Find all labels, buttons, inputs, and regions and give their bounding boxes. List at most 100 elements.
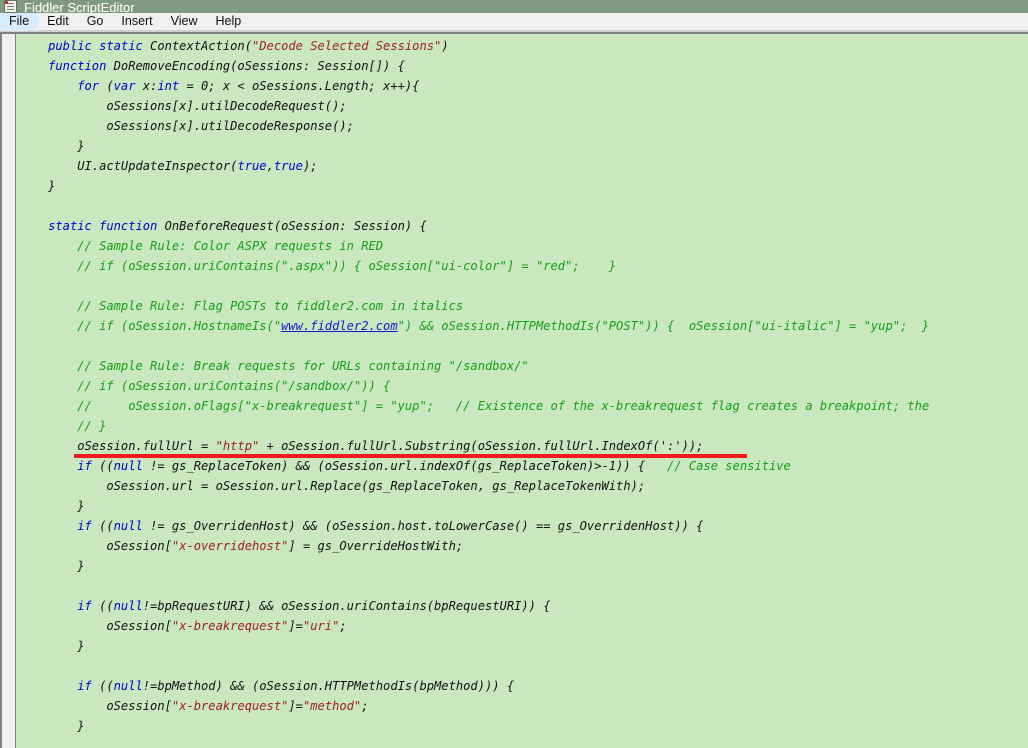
code-token-pl: oSession[ bbox=[19, 619, 172, 633]
code-line[interactable]: oSession.url = oSession.url.Replace(gs_R… bbox=[19, 476, 929, 496]
code-line[interactable]: } bbox=[19, 716, 929, 736]
code-token-cm: // if (oSession.HostnameIs(" bbox=[77, 319, 282, 333]
code-token-pl: ] = gs_OverrideHostWith; bbox=[288, 539, 464, 553]
code-token-kw: if bbox=[77, 459, 92, 473]
menu-item-help[interactable]: Help bbox=[207, 13, 251, 31]
code-line[interactable]: // Sample Rule: Break requests for URLs … bbox=[19, 356, 929, 376]
code-line[interactable] bbox=[19, 336, 929, 356]
code-token-pl: x: bbox=[135, 79, 158, 93]
code-token-pl: != gs_OverridenHost) && (oSession.host.t… bbox=[142, 519, 704, 533]
code-line[interactable]: if ((null != gs_OverridenHost) && (oSess… bbox=[19, 516, 929, 536]
code-token-pl: ContextAction( bbox=[142, 39, 252, 53]
code-token-st: "x-breakrequest" bbox=[171, 699, 289, 713]
code-line[interactable]: oSessions[x].utilDecodeRequest(); bbox=[19, 96, 929, 116]
code-scroll-area[interactable]: public static ContextAction("Decode Sele… bbox=[19, 34, 1028, 748]
code-editor[interactable]: public static ContextAction("Decode Sele… bbox=[0, 32, 1028, 748]
code-line[interactable]: } bbox=[19, 556, 929, 576]
code-line[interactable]: oSessions[x].utilDecodeResponse(); bbox=[19, 116, 929, 136]
code-token-cm: // oSession.oFlags["x-breakrequest"] = "… bbox=[77, 399, 930, 413]
code-token-pl: (( bbox=[91, 679, 114, 693]
code-line[interactable] bbox=[19, 276, 929, 296]
code-token-kw: if bbox=[77, 679, 92, 693]
code-token-pl: DoRemoveEncoding(oSessions: Session[]) { bbox=[106, 59, 405, 73]
code-token-pl: UI.actUpdateInspector( bbox=[19, 159, 238, 173]
code-line[interactable]: UI.actUpdateInspector(true,true); bbox=[19, 156, 929, 176]
code-token-st: "Decode Selected Sessions" bbox=[252, 39, 442, 53]
code-line[interactable]: } bbox=[19, 136, 929, 156]
code-line[interactable]: } bbox=[19, 636, 929, 656]
code-token-cm: // if (oSession.uriContains(".aspx")) { … bbox=[77, 259, 617, 273]
code-line[interactable]: // if (oSession.uriContains(".aspx")) { … bbox=[19, 256, 929, 276]
code-token-pl: ; bbox=[361, 699, 369, 713]
code-line[interactable]: // oSession.oFlags["x-breakrequest"] = "… bbox=[19, 396, 929, 416]
code-line[interactable]: // } bbox=[19, 416, 929, 436]
code-line[interactable]: if ((null != gs_ReplaceToken) && (oSessi… bbox=[19, 456, 929, 476]
code-token-pl: } bbox=[19, 639, 85, 653]
code-line[interactable]: } bbox=[19, 496, 929, 516]
code-line[interactable]: oSession.fullUrl = "http" + oSession.ful… bbox=[19, 436, 929, 458]
code-token-st: "method" bbox=[302, 699, 362, 713]
code-line[interactable]: // Sample Rule: Color ASPX requests in R… bbox=[19, 236, 929, 256]
code-token-pl: oSession.url = oSession.url.Replace(gs_R… bbox=[19, 479, 646, 493]
code-token-kw: true bbox=[237, 159, 267, 173]
code-line[interactable]: oSession["x-overridehost"] = gs_Override… bbox=[19, 536, 929, 556]
code-line[interactable]: if ((null!=bpRequestURI) && oSession.uri… bbox=[19, 596, 929, 616]
menu-item-edit[interactable]: Edit bbox=[38, 13, 78, 31]
menu-item-insert[interactable]: Insert bbox=[112, 13, 161, 31]
code-token-pl: ); bbox=[302, 159, 318, 173]
code-token-pl: = 0; x < oSessions.Length; x++){ bbox=[179, 79, 420, 93]
code-token-cm: // Sample Rule: Break requests for URLs … bbox=[77, 359, 529, 373]
code-token-pl: ]= bbox=[288, 699, 303, 713]
code-line[interactable] bbox=[19, 576, 929, 596]
code-token-st: "uri" bbox=[302, 619, 340, 633]
code-token-kw: true bbox=[273, 159, 303, 173]
code-token-kw: null bbox=[113, 599, 143, 613]
code-token-pl: OnBeforeRequest(oSession: Session) { bbox=[157, 219, 427, 233]
code-line[interactable]: public static ContextAction("Decode Sele… bbox=[19, 36, 929, 56]
code-line[interactable]: } bbox=[19, 176, 929, 196]
menu-item-go[interactable]: Go bbox=[78, 13, 113, 31]
code-line[interactable]: oSession["x-breakrequest"]="uri"; bbox=[19, 616, 929, 636]
code-token-pl: oSessions[x].utilDecodeRequest(); bbox=[19, 99, 347, 113]
code-token-kw: null bbox=[113, 519, 143, 533]
code-line[interactable]: // if (oSession.uriContains("/sandbox/")… bbox=[19, 376, 929, 396]
code-line[interactable] bbox=[19, 196, 929, 216]
code-token-kw: var bbox=[113, 79, 136, 93]
code-token-cm: // Sample Rule: Flag POSTs to fiddler2.c… bbox=[77, 299, 464, 313]
menu-bar: File Edit Go Insert View Help bbox=[0, 12, 1028, 31]
code-token-pl: oSession.fullUrl = bbox=[19, 439, 216, 453]
menu-item-file[interactable]: File bbox=[0, 12, 39, 31]
code-line[interactable]: if ((null!=bpMethod) && (oSession.HTTPMe… bbox=[19, 676, 929, 696]
code-line[interactable]: function DoRemoveEncoding(oSessions: Ses… bbox=[19, 56, 929, 76]
code-line[interactable]: oSession["x-breakrequest"]="method"; bbox=[19, 696, 929, 716]
code-text[interactable]: public static ContextAction("Decode Sele… bbox=[19, 34, 929, 748]
code-token-st: "http" bbox=[215, 439, 260, 453]
code-line[interactable]: static function OnBeforeRequest(oSession… bbox=[19, 216, 929, 236]
code-line[interactable] bbox=[19, 736, 929, 748]
code-token-kw: function bbox=[99, 219, 158, 233]
code-token-pl: , bbox=[266, 159, 274, 173]
code-token-pl: ]= bbox=[288, 619, 303, 633]
document-icon bbox=[4, 0, 17, 13]
code-token-kw: static bbox=[99, 39, 143, 53]
code-line[interactable] bbox=[19, 656, 929, 676]
code-token-pl: ( bbox=[99, 79, 114, 93]
editor-gutter[interactable] bbox=[0, 34, 16, 748]
code-line[interactable]: // Sample Rule: Flag POSTs to fiddler2.c… bbox=[19, 296, 929, 316]
code-line[interactable]: for (var x:int = 0; x < oSessions.Length… bbox=[19, 76, 929, 96]
menu-item-view[interactable]: View bbox=[162, 13, 207, 31]
code-token-pl: oSession[ bbox=[19, 539, 172, 553]
code-line[interactable]: // if (oSession.HostnameIs("www.fiddler2… bbox=[19, 316, 929, 336]
code-token-kw: int bbox=[157, 79, 180, 93]
code-token-pl: ) bbox=[441, 39, 449, 53]
